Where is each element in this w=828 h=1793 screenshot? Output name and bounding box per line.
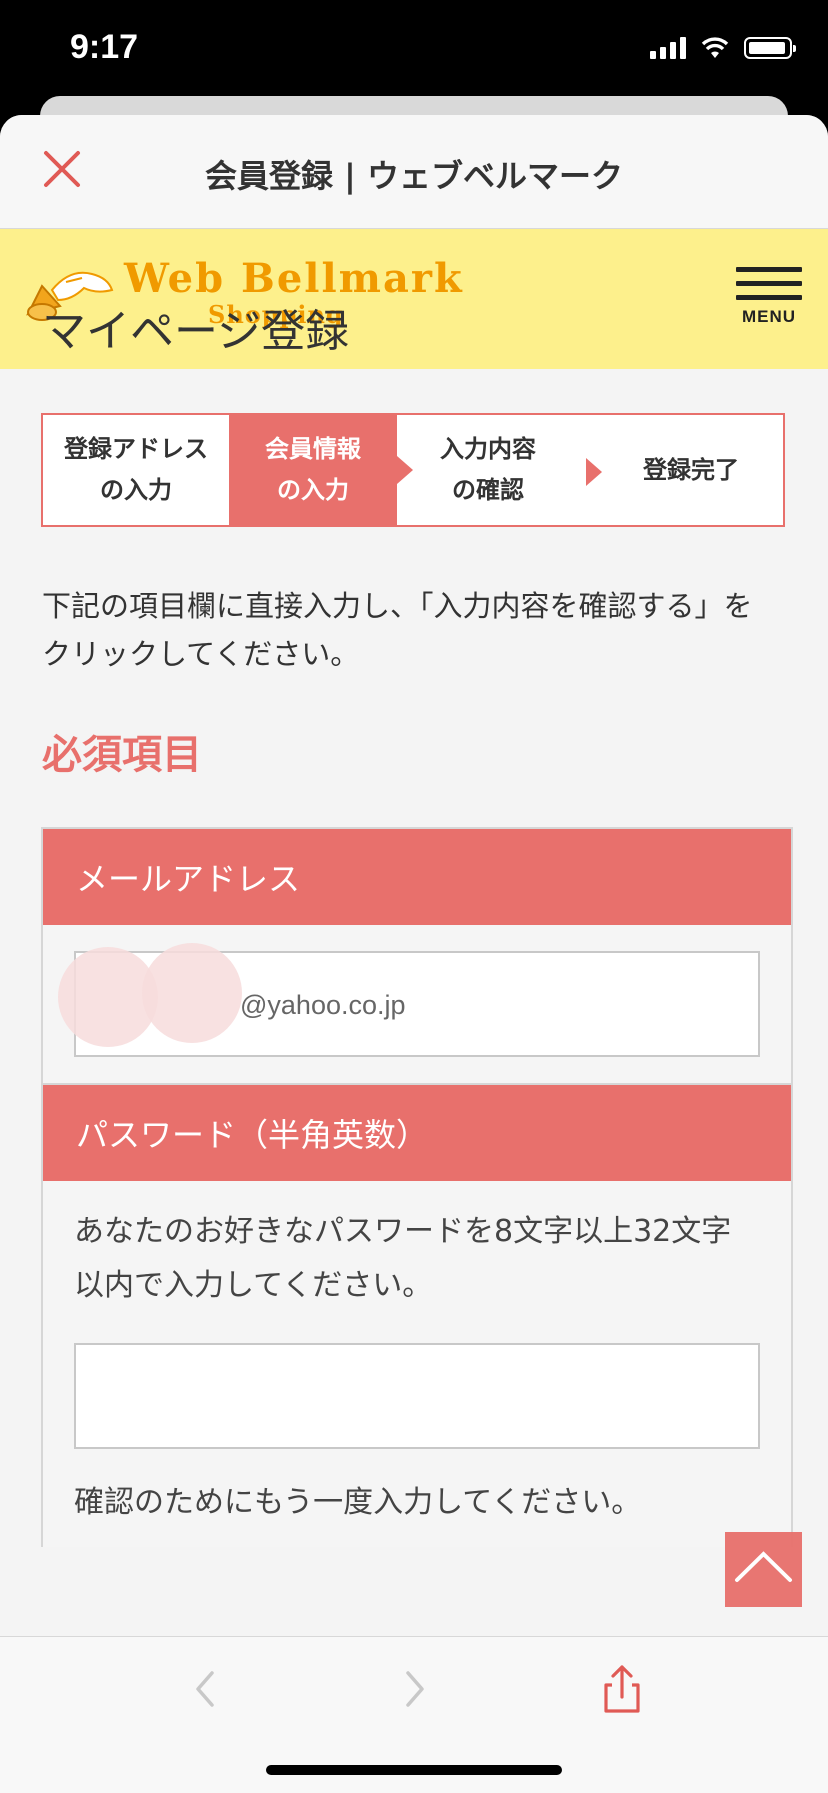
logo-title: Web Bellmark: [124, 255, 464, 302]
step-confirm: 入力内容 の確認: [440, 435, 536, 504]
step-complete: 登録完了: [643, 455, 739, 484]
sheet-header: 会員登録 | ウェブベルマーク: [0, 115, 828, 229]
password-label: パスワード（半角英数）: [43, 1085, 791, 1181]
email-label: メールアドレス: [43, 829, 791, 925]
status-bar: 9:17: [0, 0, 828, 100]
email-field[interactable]: @yahoo.co.jp: [58, 943, 760, 1057]
chevron-up-icon: [735, 1551, 792, 1582]
instructions: 下記の項目欄に直接入力し、「入力内容を確認する」をクリックしてください。: [42, 589, 753, 671]
step-member-info-active: 会員情報 の入力: [229, 415, 413, 525]
forward-arrow-icon[interactable]: [384, 1659, 444, 1719]
registration-steps: 登録アドレス の入力 会員情報 の入力 入力内容 の確認 登録完了: [41, 413, 785, 527]
email-value: @yahoo.co.jp: [240, 990, 406, 1020]
share-icon[interactable]: [592, 1659, 652, 1719]
wifi-icon: [701, 37, 729, 58]
sheet-title: 会員登録 | ウェブベルマーク: [205, 157, 623, 195]
status-time: 9:17: [70, 28, 139, 66]
password-section: あなたのお好きなパスワードを8文字以上32文字以内で入力してください。 確認のた…: [43, 1181, 791, 1547]
required-heading: 必須項目: [42, 732, 202, 778]
email-section: @yahoo.co.jp: [43, 925, 791, 1085]
status-icons: [650, 36, 796, 60]
home-indicator: [266, 1765, 562, 1775]
battery-icon: [744, 37, 796, 59]
cellular-signal-icon: [650, 37, 686, 59]
menu-label: MENU: [741, 307, 797, 326]
scroll-to-top-button[interactable]: [725, 1532, 802, 1607]
step-address-input: 登録アドレス の入力: [64, 435, 208, 504]
menu-icon: [736, 267, 802, 272]
page-title: マイページ登録: [42, 306, 350, 357]
password-field[interactable]: [74, 1343, 760, 1449]
password-help: あなたのお好きなパスワードを8文字以上32文字以内で入力してください。: [74, 1214, 732, 1303]
back-arrow-icon[interactable]: [176, 1659, 236, 1719]
registration-form: メールアドレス @yahoo.co.jp パスワード（半角英数） あなたのお好き…: [41, 827, 793, 1547]
password-confirm-help: 確認のためにもう一度入力してください。: [74, 1485, 642, 1520]
menu-button[interactable]: MENU: [736, 267, 802, 327]
redaction-blur: [142, 943, 242, 1043]
